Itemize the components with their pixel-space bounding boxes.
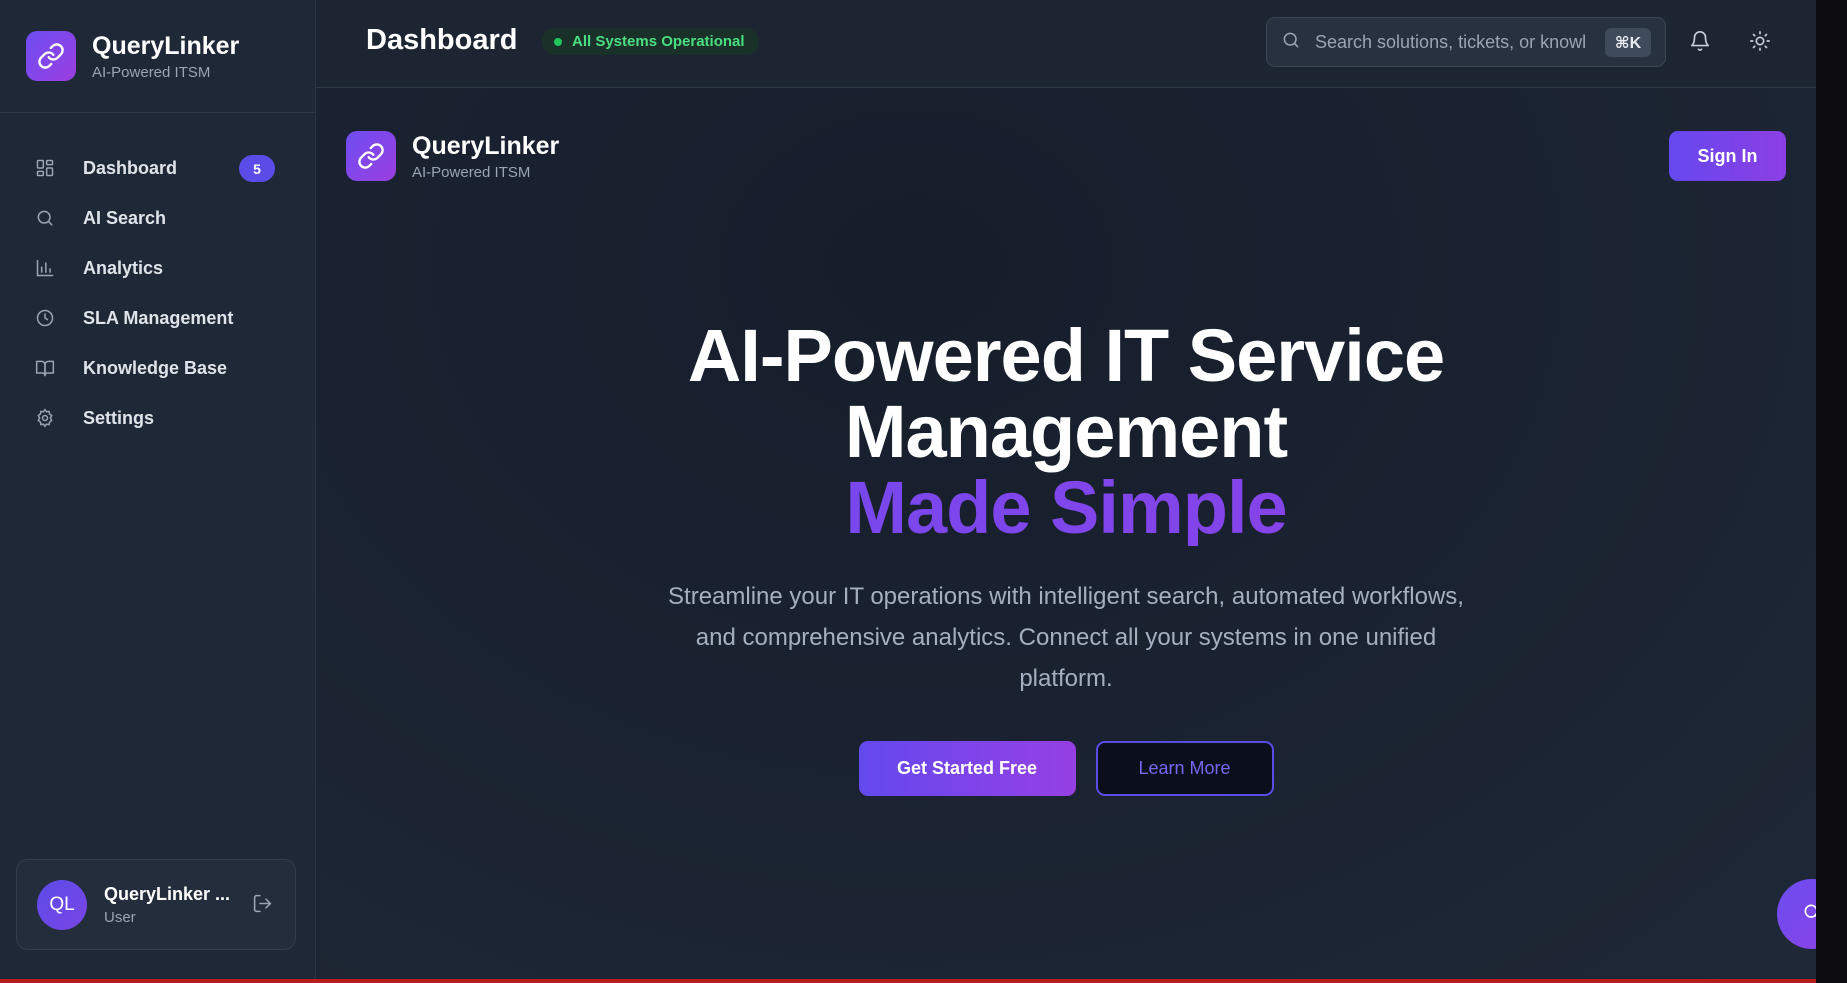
book-icon (34, 357, 56, 379)
status-badge: All Systems Operational (542, 28, 759, 55)
sidebar-item-analytics[interactable]: Analytics (18, 243, 297, 293)
bell-icon[interactable] (1689, 30, 1711, 57)
grid-icon (34, 157, 56, 179)
hero-heading-line-2: Management (844, 390, 1288, 473)
status-text: All Systems Operational (572, 33, 745, 50)
hero-description: Streamline your IT operations with intel… (668, 583, 1464, 692)
sidebar-item-ai-search[interactable]: AI Search (18, 193, 297, 243)
hero-brand-name: QueryLinker (412, 131, 560, 160)
sign-in-button[interactable]: Sign In (1669, 131, 1786, 181)
learn-more-button[interactable]: Learn More (1095, 741, 1274, 796)
sidebar-item-sla-management[interactable]: SLA Management (18, 293, 297, 343)
user-name: QueryLinker ... (104, 883, 231, 904)
sidebar-item-label: AI Search (83, 207, 167, 228)
link-logo-icon (346, 131, 396, 181)
hero-heading-accent: Made Simple (316, 470, 1816, 546)
hero-brand[interactable]: QueryLinker AI-Powered ITSM (346, 131, 559, 181)
avatar: QL (37, 879, 87, 930)
sidebar-item-knowledge-base[interactable]: Knowledge Base (18, 343, 297, 393)
top-bar: Dashboard All Systems Operational ⌘K (316, 0, 1816, 88)
hero-section: AI-Powered IT Service Management Made Si… (316, 318, 1816, 796)
main-content: QueryLinker AI-Powered ITSM Sign In AI-P… (316, 88, 1816, 980)
status-dot-icon (554, 37, 562, 46)
bar-chart-icon (34, 257, 56, 279)
user-card[interactable]: QL QueryLinker ... User (16, 859, 296, 950)
app-name: QueryLinker (92, 31, 240, 60)
sidebar-item-label: Analytics (83, 257, 164, 278)
logout-icon[interactable] (252, 893, 273, 919)
notification-count-badge: 5 (239, 155, 275, 182)
hero-brand-subtitle: AI-Powered ITSM (412, 163, 531, 181)
sidebar-nav: Dashboard 5 AI Search Analytics SLA Mana… (18, 143, 297, 443)
sidebar-item-label: Knowledge Base (83, 357, 228, 378)
global-search[interactable]: ⌘K (1266, 17, 1666, 67)
sidebar-item-label: SLA Management (83, 307, 234, 328)
search-icon (1281, 30, 1301, 55)
sidebar-item-dashboard[interactable]: Dashboard 5 (18, 143, 297, 193)
keyboard-shortcut-hint: ⌘K (1605, 28, 1651, 57)
app-subtitle: AI-Powered ITSM (92, 63, 211, 81)
cta-row: Get Started Free Learn More (316, 741, 1816, 796)
page-title: Dashboard (366, 24, 518, 56)
user-role: User (104, 908, 136, 926)
bottom-border (0, 979, 1816, 983)
link-logo-icon (26, 31, 76, 81)
clock-icon (34, 307, 56, 329)
sun-icon[interactable] (1749, 30, 1771, 57)
sidebar-item-label: Settings (83, 407, 155, 428)
sidebar-brand[interactable]: QueryLinker AI-Powered ITSM (0, 0, 315, 113)
get-started-button[interactable]: Get Started Free (858, 741, 1076, 796)
search-icon (34, 207, 56, 229)
gear-icon (34, 407, 56, 429)
sidebar-item-label: Dashboard (83, 157, 178, 178)
search-input[interactable] (1315, 27, 1587, 57)
sidebar: QueryLinker AI-Powered ITSM Dashboard 5 … (0, 0, 316, 980)
hero-heading-line-1: AI-Powered IT Service (687, 314, 1445, 397)
window-edge (1816, 0, 1847, 983)
sidebar-item-settings[interactable]: Settings (18, 393, 297, 443)
